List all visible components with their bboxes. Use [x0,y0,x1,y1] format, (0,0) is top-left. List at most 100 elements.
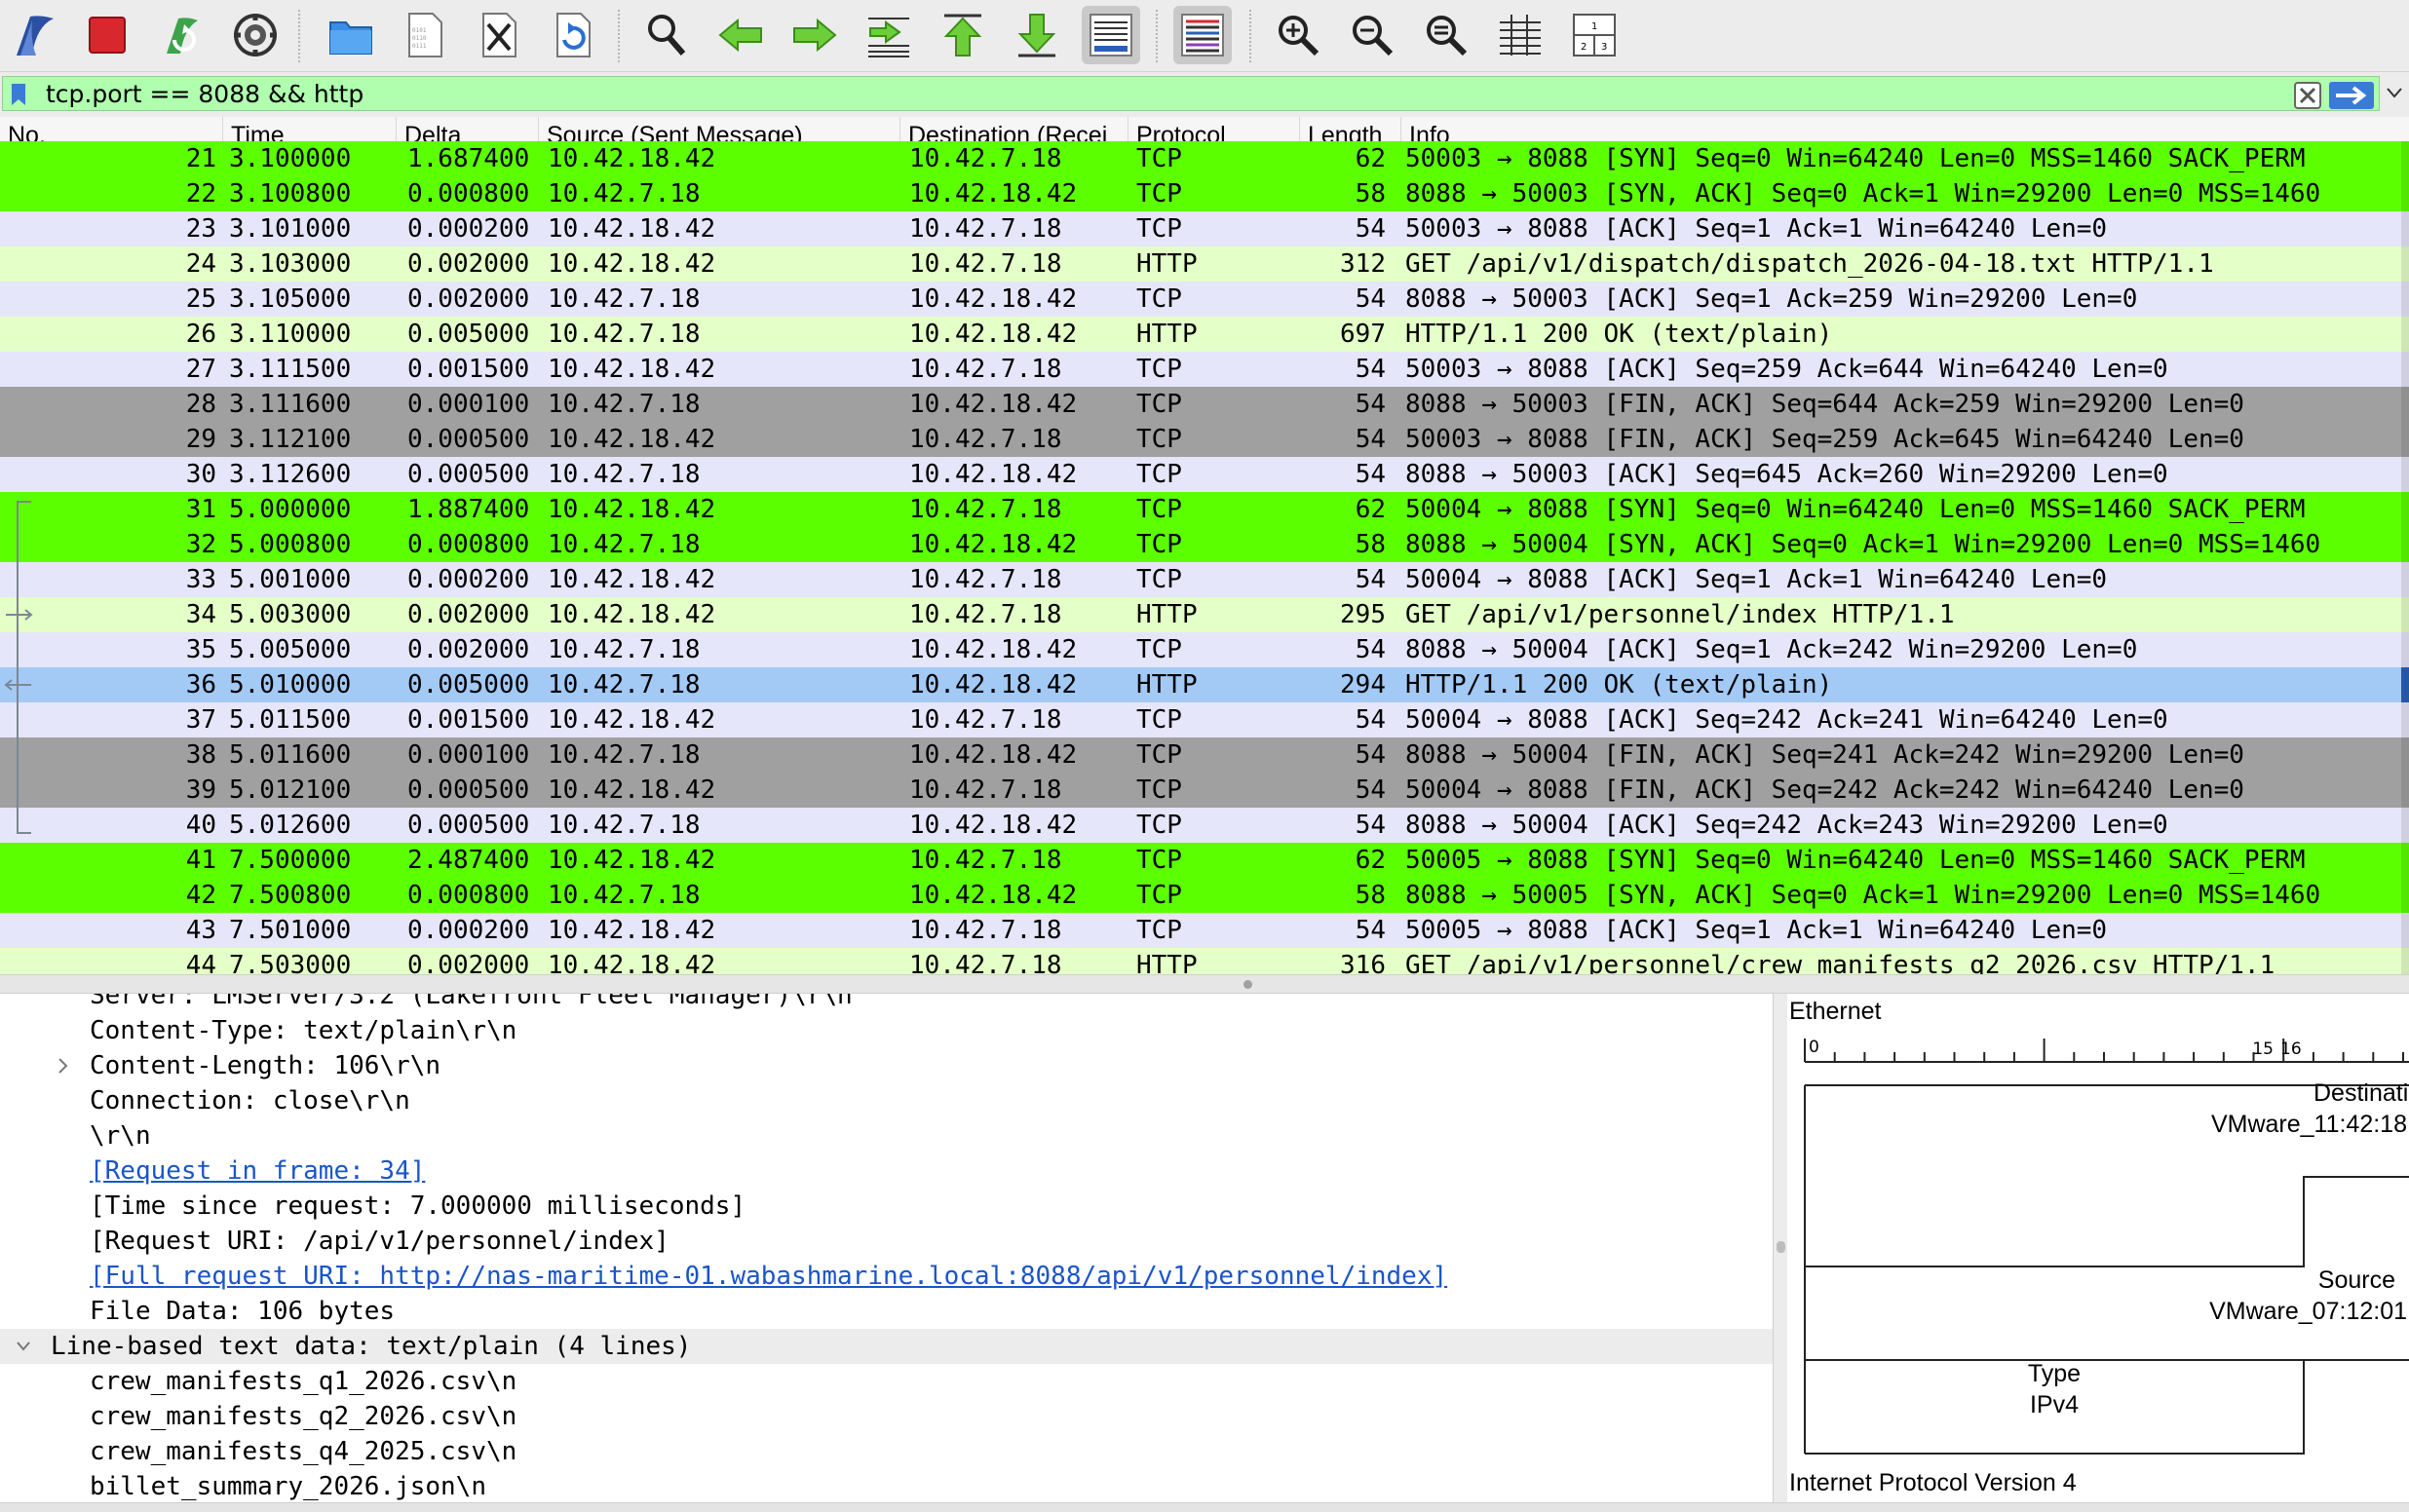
save-file-button[interactable]: 0101 0110 0111 [396,6,454,64]
go-first-packet-button[interactable] [934,6,992,64]
related-packets-indicator [4,501,33,834]
detail-tree-row[interactable]: crew_manifests_q2_2026.csv\n [0,1399,1773,1434]
detail-tree-row[interactable]: \r\n [0,1118,1773,1153]
find-packet-button[interactable] [637,6,696,64]
detail-text: Content-Length: 106\r\n [90,1051,441,1080]
display-filter-input[interactable]: tcp.port == 8088 && http [2,76,2380,111]
packet-row[interactable]: 43 7.501000 0.000200 10.42.18.42 10.42.7.18 T… [0,913,2409,948]
packet-row[interactable]: 34 5.003000 0.002000 10.42.18.42 10.42.7.18 H… [0,597,2409,632]
start-capture-icon [17,16,54,56]
scroll-color-mark [2401,422,2409,457]
packet-row[interactable]: 32 5.000800 0.000800 10.42.7.18 10.42.18.42 T… [0,527,2409,562]
packet-row[interactable]: 30 3.112600 0.000500 10.42.7.18 10.42.18.42 T… [0,457,2409,492]
packet-row[interactable]: 31 5.000000 1.887400 10.42.18.42 10.42.7.18 T… [0,492,2409,527]
detail-tree-row[interactable]: Server: LMServer/3.2 (Lakefront Fleet Ma… [0,994,1773,1013]
packet-row[interactable]: 25 3.105000 0.002000 10.42.7.18 10.42.18.42 T… [0,282,2409,317]
go-to-packet-icon [868,18,909,57]
chevron-down-icon[interactable] [12,1329,35,1364]
detail-link[interactable]: [Request in frame: 34] [90,1153,425,1189]
packet-info: 8088 → 50004 [ACK] Seq=242 Ack=243 Win=2… [1405,811,2168,840]
detail-tree-row[interactable]: Connection: close\r\n [0,1083,1773,1118]
filter-bookmark-icon[interactable] [9,82,28,107]
detail-tree-row[interactable]: crew_manifests_q4_2025.csv\n [0,1434,1773,1469]
detail-tree-row[interactable]: crew_manifests_q1_2026.csv\n [0,1364,1773,1399]
packet-row[interactable]: 38 5.011600 0.000100 10.42.7.18 10.42.18.42 T… [0,737,2409,773]
source-field-label[interactable]: Source [2275,1265,2395,1296]
splitter-handle[interactable] [1243,980,1252,989]
detail-text: Line-based text data: text/plain (4 line… [51,1332,692,1361]
type-field-label[interactable]: Type [1805,1358,2304,1389]
packet-row[interactable]: 22 3.100800 0.000800 10.42.7.18 10.42.18.42 T… [0,176,2409,211]
zoom-out-button[interactable] [1343,6,1401,64]
detail-tree-row[interactable]: Content-Type: text/plain\r\n [0,1013,1773,1048]
resize-columns-button[interactable] [1491,6,1549,64]
splitter-handle[interactable] [1777,1241,1785,1253]
packet-row[interactable]: 40 5.012600 0.000500 10.42.7.18 10.42.18.42 T… [0,808,2409,843]
packet-row[interactable]: 24 3.103000 0.002000 10.42.18.42 10.42.7.18 H… [0,246,2409,282]
packet-info: 50004 → 8088 [ACK] Seq=242 Ack=241 Win=6… [1405,705,2168,735]
horizontal-pane-splitter[interactable] [0,974,2409,994]
packet-list-scrollbar[interactable] [2401,141,2409,974]
apply-filter-icon[interactable] [2328,81,2375,110]
packet-row[interactable]: 21 3.100000 1.687400 10.42.18.42 10.42.7.18 T… [0,141,2409,176]
detail-tree-row[interactable]: [Full request URI: http://nas-maritime-0… [0,1259,1773,1294]
source-field-value[interactable]: VMware_07:12:01 [2177,1296,2407,1327]
detail-tree-row[interactable]: [Request in frame: 34] [0,1153,1773,1189]
zoom-in-button[interactable] [1269,6,1327,64]
detail-tree-row[interactable]: File Data: 106 bytes [0,1294,1773,1329]
detail-tree-row[interactable]: Content-Length: 106\r\n [0,1048,1773,1083]
destination-field-value[interactable]: VMware_11:42:18 [2177,1109,2407,1140]
packet-row[interactable]: 42 7.500800 0.000800 10.42.7.18 10.42.18.42 T… [0,878,2409,913]
restart-capture-button[interactable] [152,6,210,64]
capture-options-button[interactable] [226,6,285,64]
normal-size-button[interactable] [1417,6,1475,64]
open-file-button[interactable] [322,6,380,64]
packet-protocol: HTTP [1136,249,1198,279]
packet-source: 10.42.18.42 [548,214,716,244]
go-last-packet-button[interactable] [1008,6,1066,64]
packet-row[interactable]: 27 3.111500 0.001500 10.42.18.42 10.42.7.18 T… [0,352,2409,387]
detail-link[interactable]: [Full request URI: http://nas-maritime-0… [90,1259,1447,1294]
packet-row[interactable]: 23 3.101000 0.000200 10.42.18.42 10.42.7.18 T… [0,211,2409,246]
packet-row[interactable]: 44 7.503000 0.002000 10.42.18.42 10.42.7.18 H… [0,948,2409,974]
filter-text[interactable]: tcp.port == 8088 && http [46,79,363,110]
detail-tree-row[interactable]: Line-based text data: text/plain (4 line… [0,1329,1773,1364]
packet-row[interactable]: 39 5.012100 0.000500 10.42.18.42 10.42.7.18 T… [0,773,2409,808]
reload-file-button[interactable] [544,6,602,64]
packet-row[interactable]: 28 3.111600 0.000100 10.42.7.18 10.42.18.42 T… [0,387,2409,422]
go-forward-button[interactable] [785,6,844,64]
clear-filter-icon[interactable] [2293,81,2322,110]
layout-panes-icon: 12 3 [1573,14,1616,57]
packet-destination: 10.42.18.42 [909,390,1078,419]
stop-capture-button[interactable] [78,6,136,64]
colorize-button[interactable] [1173,6,1232,64]
go-to-packet-button[interactable] [860,6,918,64]
detail-tree-row[interactable]: [Time since request: 7.000000 millisecon… [0,1189,1773,1224]
packet-source: 10.42.7.18 [548,179,701,208]
scroll-color-mark [2401,808,2409,843]
packet-destination: 10.42.7.18 [909,214,1062,244]
layout-panes-button[interactable]: 12 3 [1565,6,1624,64]
destination-field-label[interactable]: Destination [2313,1077,2409,1109]
packet-source: 10.42.18.42 [548,144,716,173]
packet-row[interactable]: 35 5.005000 0.002000 10.42.7.18 10.42.18.42 T… [0,632,2409,667]
vertical-pane-splitter[interactable] [1774,994,1787,1502]
packet-row[interactable]: 37 5.011500 0.001500 10.42.18.42 10.42.7.18 T… [0,702,2409,737]
filter-dropdown-icon[interactable] [2386,86,2403,99]
go-back-button[interactable] [711,6,770,64]
packet-info: 8088 → 50003 [SYN, ACK] Seq=0 Ack=1 Win=… [1405,179,2321,208]
packet-length: 54 [1355,355,1386,384]
packet-protocol: TCP [1136,530,1182,559]
packet-row[interactable]: 33 5.001000 0.000200 10.42.18.42 10.42.7.18 T… [0,562,2409,597]
start-capture-button[interactable] [6,6,64,64]
packet-row[interactable]: 29 3.112100 0.000500 10.42.18.42 10.42.7.18 T… [0,422,2409,457]
packet-row[interactable]: 41 7.500000 2.487400 10.42.18.42 10.42.7.18 T… [0,843,2409,878]
chevron-right-icon[interactable] [51,1048,74,1083]
type-field-value[interactable]: IPv4 [1805,1389,2304,1420]
packet-row[interactable]: 26 3.110000 0.005000 10.42.7.18 10.42.18.42 H… [0,317,2409,352]
close-file-button[interactable] [470,6,528,64]
packet-row[interactable]: 36 5.010000 0.005000 10.42.7.18 10.42.18.42 H… [0,667,2409,702]
detail-tree-row[interactable]: billet_summary_2026.json\n [0,1469,1773,1502]
detail-tree-row[interactable]: [Request URI: /api/v1/personnel/index] [0,1224,1773,1259]
auto-scroll-button[interactable] [1082,6,1140,64]
